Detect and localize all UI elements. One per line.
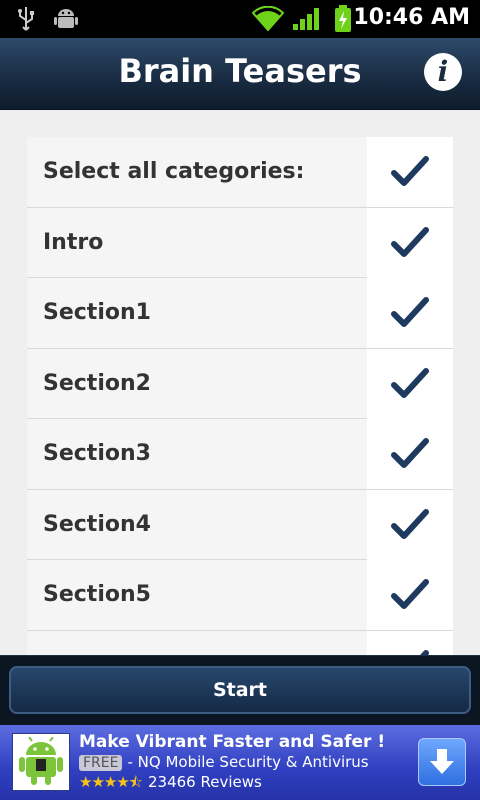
category-row-section3[interactable]: Section3 [27,419,453,490]
category-list: Select all categories: Intro Section1 Se… [27,137,453,655]
status-bar: 10:46 AM [0,0,480,38]
checkmark-icon [391,156,429,186]
android-robot-icon [19,737,63,785]
ad-banner[interactable]: Make Vibrant Faster and Safer ! FREE - NQ… [0,725,480,800]
download-arrow-icon [430,749,454,774]
checkbox-intro[interactable] [367,207,453,278]
ad-app-icon[interactable] [12,733,70,791]
download-button[interactable] [418,738,466,786]
checkbox-section2[interactable] [367,348,453,419]
category-row-section4[interactable]: Section4 [27,489,453,560]
checkmark-icon [391,579,429,609]
checkbox-section4[interactable] [367,489,453,560]
checkmark-icon [391,367,429,398]
category-label: Section2 [43,370,151,396]
checkbox-select-all[interactable] [367,137,453,207]
bottom-bar: Start [0,655,480,725]
checkmark-icon [391,508,429,539]
start-button[interactable]: Start [9,666,471,714]
android-debug-icon [54,9,78,28]
signal-icon [293,8,319,30]
category-label: Intro [43,229,104,255]
checkmark-icon [391,438,429,468]
start-button-label: Start [212,679,268,701]
category-row-partial[interactable] [27,630,453,655]
info-icon: i [437,55,449,88]
free-badge: FREE [79,755,123,771]
battery-charging-icon [335,5,351,32]
category-row-select-all[interactable]: Select all categories: [27,137,453,208]
wifi-icon [252,6,284,32]
category-label: Section1 [43,300,151,325]
checkbox-section1[interactable] [367,278,453,348]
page-title: Brain Teasers [118,52,362,90]
checkbox-section3[interactable] [367,419,453,489]
star-rating-icon: ★★★★⯪ [79,773,143,791]
category-row-section1[interactable]: Section1 [27,278,453,349]
category-label: Section3 [43,441,151,466]
ad-subtitle-line: FREE - NQ Mobile Security & Antivirus [79,753,369,771]
category-label: Section4 [43,511,151,537]
category-row-intro[interactable]: Intro [27,207,453,278]
app-header: Brain Teasers i [0,38,480,110]
info-button[interactable]: i [424,53,462,91]
checkmark-icon [391,226,429,257]
category-label: Section5 [43,582,151,607]
ad-subtitle: - NQ Mobile Security & Antivirus [127,753,369,771]
category-label: Select all categories: [43,159,305,184]
checkmark-icon [391,297,429,327]
checkbox-section5[interactable] [367,560,453,630]
status-time: 10:46 AM [353,5,470,30]
ad-reviews: 23466 Reviews [148,773,262,791]
ad-title: Make Vibrant Faster and Safer ! [79,732,386,752]
category-row-section2[interactable]: Section2 [27,348,453,419]
usb-icon [18,7,34,31]
category-row-section5[interactable]: Section5 [27,560,453,631]
checkbox-partial[interactable] [367,630,453,655]
ad-rating-line: ★★★★⯪ 23466 Reviews [79,772,262,797]
category-content[interactable]: Select all categories: Intro Section1 Se… [0,110,480,655]
